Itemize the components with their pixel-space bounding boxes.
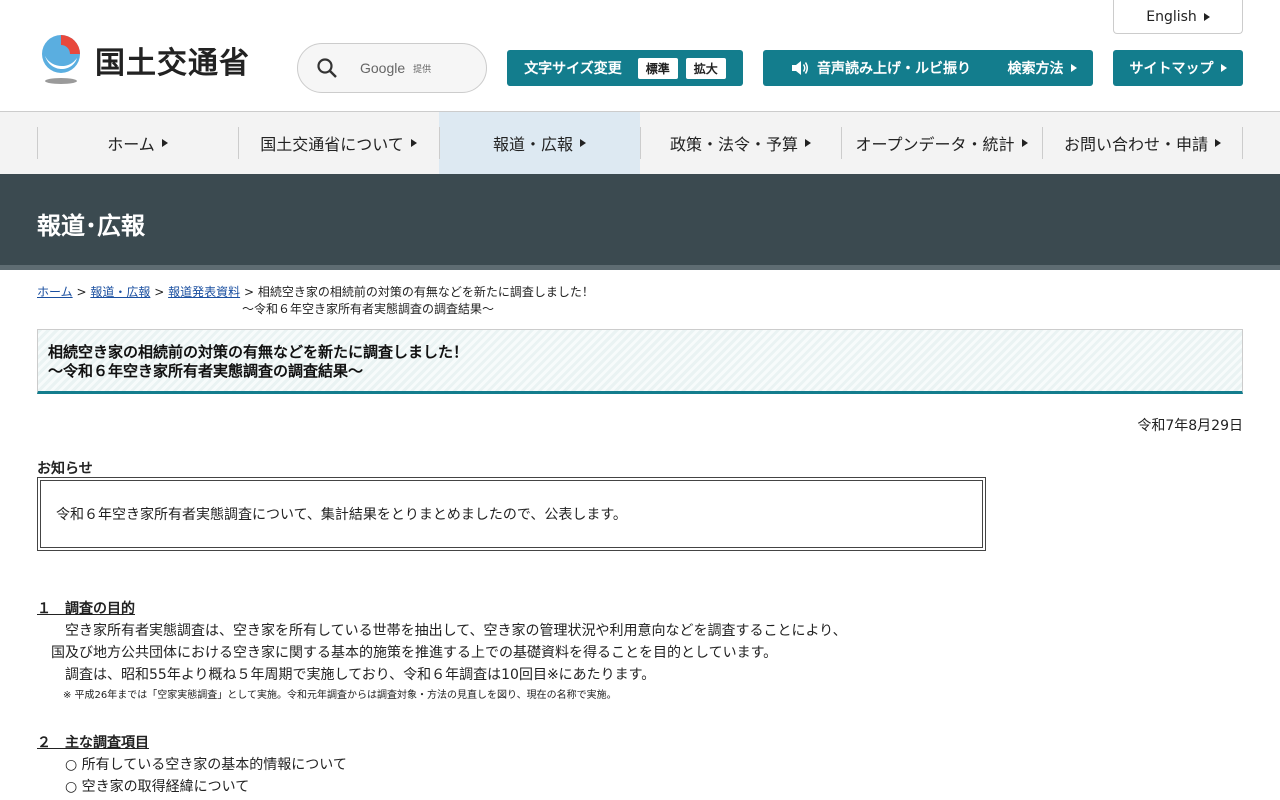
- breadcrumb-home-link[interactable]: ホーム: [37, 285, 73, 299]
- voice-reading-label: 音声読み上げ・ルビ振り: [817, 61, 971, 77]
- site-logo[interactable]: 国土交通省: [37, 34, 250, 86]
- section-purpose: １ 調査の目的 空き家所有者実態調査は、空き家を所有している世帯を抽出して、空き…: [37, 598, 847, 706]
- nav-item-opendata[interactable]: オープンデータ・統計: [841, 112, 1042, 174]
- mlit-logo-icon: [42, 35, 80, 84]
- global-nav: ホーム 国土交通省について 報道・広報 政策・法令・予算 オープンデータ・統計 …: [0, 112, 1280, 174]
- site-search-input[interactable]: Google 提供: [297, 43, 487, 93]
- sitemap-label: サイトマップ: [1129, 61, 1214, 77]
- page-title-line1: 相続空き家の相続前の対策の有無などを新たに調査しました！: [48, 343, 469, 361]
- section-text: 国及び地方公共団体における空き家に関する基本的施策を推進する上での基礎資料を得る…: [51, 645, 778, 661]
- section-footnote: ※ 平成26年までは「空家実態調査」として実施。令和元年調査からは調査対象・方法…: [63, 690, 617, 701]
- section-title: 報道･広報: [37, 212, 145, 240]
- nav-item-label: ホーム: [107, 135, 155, 154]
- arrow-right-icon: [410, 139, 417, 147]
- font-size-control: 文字サイズ変更 標準 拡大: [507, 50, 743, 86]
- arrow-right-icon: [161, 139, 168, 147]
- nav-item-contact[interactable]: お問い合わせ・申請: [1042, 112, 1243, 174]
- arrow-right-icon: [1070, 64, 1077, 72]
- nav-item-press[interactable]: 報道・広報: [439, 112, 640, 174]
- nav-item-home[interactable]: ホーム: [37, 112, 238, 174]
- nav-item-policy[interactable]: 政策・法令・予算: [640, 112, 841, 174]
- logo-text: 国土交通省: [95, 46, 250, 81]
- google-label: Google: [360, 60, 406, 76]
- sitemap-button[interactable]: サイトマップ: [1113, 50, 1243, 86]
- arrow-right-icon: [1021, 139, 1028, 147]
- voice-reading-button[interactable]: 音声読み上げ・ルビ振り: [763, 50, 999, 86]
- list-item: ○ 所有している空き家の基本的情報について: [65, 757, 347, 773]
- arrow-right-icon: [1220, 64, 1227, 72]
- arrow-right-icon: [580, 139, 586, 147]
- arrow-right-icon: [1203, 12, 1210, 21]
- notice-box: 令和６年空き家所有者実態調査について、集計結果をとりまとめましたので、公表します…: [37, 477, 986, 551]
- page-title-line2: ～令和６年空き家所有者実態調査の調査結果～: [48, 362, 364, 380]
- page-title: 相続空き家の相続前の対策の有無などを新たに調査しました！ ～令和６年空き家所有者…: [37, 329, 1243, 394]
- english-link[interactable]: English: [1113, 0, 1243, 34]
- section-heading: ２ 主な調査項目: [37, 735, 149, 751]
- site-header: 国土交通省 Google 提供 English 文字サイズ変更 標準 拡大 音声…: [0, 0, 1280, 112]
- nav-item-label: 報道・広報: [492, 135, 573, 154]
- list-item: ○ 空き家の取得経緯について: [65, 779, 250, 795]
- breadcrumb-press-link[interactable]: 報道・広報: [90, 285, 150, 299]
- breadcrumb-separator: >: [154, 285, 165, 299]
- arrow-right-icon: [805, 139, 811, 147]
- breadcrumb-separator: >: [76, 285, 87, 299]
- section-banner: 報道･広報: [0, 174, 1280, 270]
- nav-item-label: 国土交通省について: [260, 135, 404, 154]
- publish-date: 令和7年8月29日: [1137, 418, 1243, 434]
- section-heading: １ 調査の目的: [37, 601, 135, 617]
- section-text: 調査は、昭和55年より概ね５年周期で実施しており、令和６年調査は10回目※にあた…: [65, 667, 656, 683]
- google-provided-label: 提供: [413, 64, 432, 75]
- notice-text: 令和６年空き家所有者実態調査について、集計結果をとりまとめましたので、公表します…: [56, 507, 627, 523]
- breadcrumb-releases-link[interactable]: 報道発表資料: [168, 285, 240, 299]
- breadcrumb-separator: >: [243, 285, 254, 299]
- font-size-large-button[interactable]: 拡大: [685, 57, 726, 79]
- nav-item-about[interactable]: 国土交通省について: [238, 112, 439, 174]
- breadcrumb-current: 相続空き家の相続前の対策の有無などを新たに調査しました！: [257, 285, 594, 299]
- section-text: 空き家所有者実態調査は、空き家を所有している世帯を抽出して、空き家の管理状況や利…: [65, 623, 847, 639]
- search-icon: [317, 58, 337, 78]
- speaker-icon: [792, 61, 808, 75]
- nav-item-label: オープンデータ・統計: [855, 135, 1015, 154]
- english-label: English: [1146, 8, 1197, 25]
- notice-heading: お知らせ: [37, 461, 93, 477]
- section-items: ２ 主な調査項目 ○ 所有している空き家の基本的情報について ○ 空き家の取得経…: [37, 732, 347, 798]
- font-size-standard-button[interactable]: 標準: [637, 57, 678, 79]
- breadcrumb-current-subtitle: ～令和６年空き家所有者実態調査の調査結果～: [242, 302, 495, 316]
- search-method-button[interactable]: 検索方法: [991, 50, 1093, 86]
- arrow-right-icon: [1215, 139, 1221, 147]
- font-size-label: 文字サイズ変更: [524, 61, 622, 77]
- nav-item-label: お問い合わせ・申請: [1063, 135, 1208, 154]
- breadcrumb: ホーム > 報道・広報 > 報道発表資料 > 相続空き家の相続前の対策の有無など…: [37, 284, 1243, 318]
- nav-item-label: 政策・法令・予算: [669, 135, 798, 154]
- search-method-label: 検索方法: [1007, 61, 1064, 77]
